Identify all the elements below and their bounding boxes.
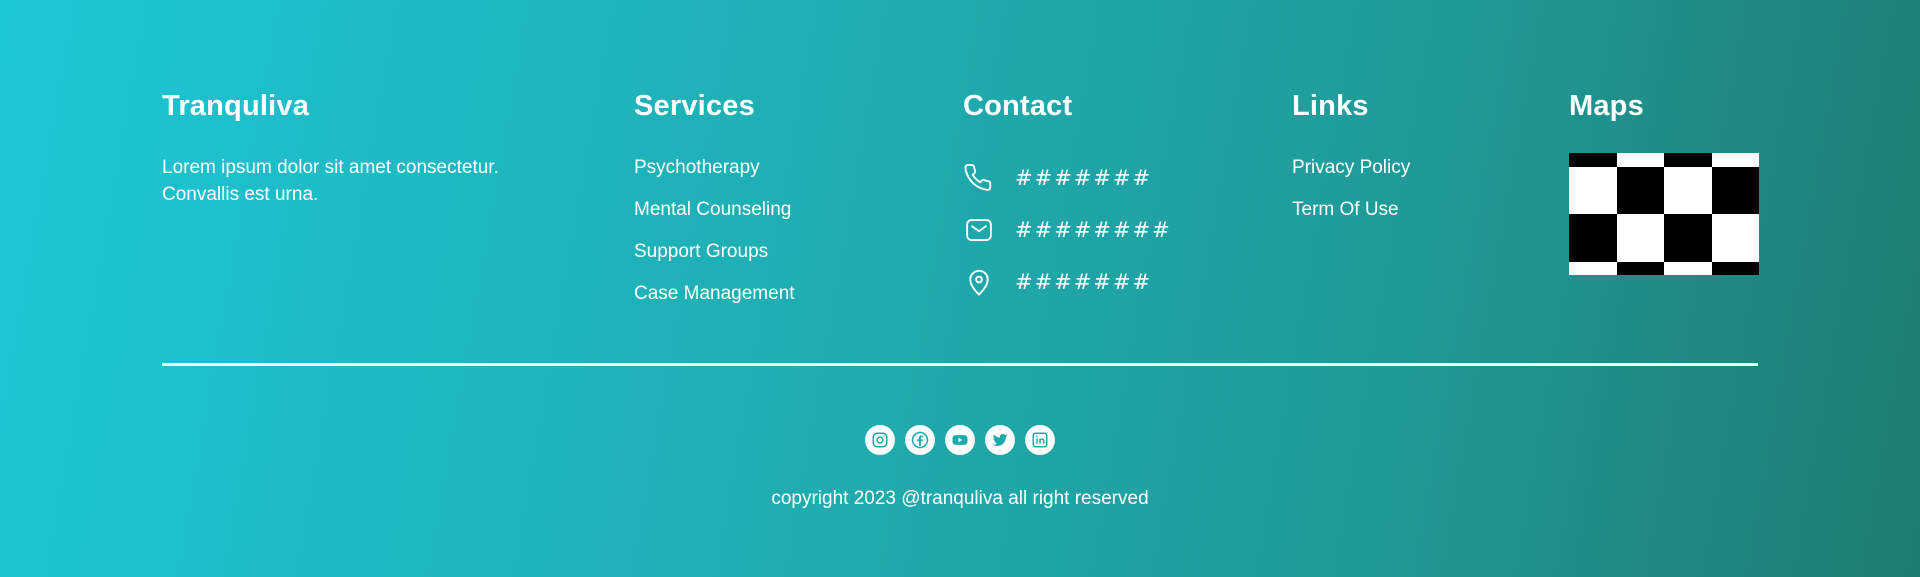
location-pin-icon	[963, 266, 995, 298]
map-embed[interactable]	[1569, 153, 1759, 275]
mail-icon	[963, 214, 995, 246]
facebook-icon[interactable]	[905, 425, 935, 455]
social-links	[0, 425, 1920, 455]
site-footer: Tranquliva Lorem ipsum dolor sit amet co…	[0, 0, 1920, 577]
service-link-psychotherapy[interactable]: Psychotherapy	[634, 154, 795, 196]
youtube-icon[interactable]	[945, 425, 975, 455]
services-title: Services	[634, 90, 755, 122]
brand-description: Lorem ipsum dolor sit amet consectetur. …	[162, 157, 499, 205]
phone-icon	[963, 162, 995, 194]
brand-column: Tranquliva Lorem ipsum dolor sit amet co…	[162, 84, 502, 205]
contact-column: Contact ####### ######## #######	[963, 84, 1170, 296]
instagram-icon[interactable]	[865, 425, 895, 455]
contact-title: Contact	[963, 90, 1073, 122]
links-column: Links Privacy Policy Term Of Use	[1292, 84, 1410, 220]
contact-phone-value: #######	[1015, 166, 1153, 190]
brand-name: Tranquliva	[162, 90, 310, 122]
maps-column: Maps	[1569, 84, 1759, 275]
maps-title: Maps	[1569, 90, 1644, 122]
service-link-support-groups[interactable]: Support Groups	[634, 238, 795, 280]
linkedin-icon[interactable]	[1025, 425, 1055, 455]
services-column: Services Psychotherapy Mental Counseling…	[634, 84, 795, 304]
service-link-mental-counseling[interactable]: Mental Counseling	[634, 196, 795, 238]
contact-address[interactable]: #######	[963, 256, 1172, 308]
service-link-case-management[interactable]: Case Management	[634, 280, 795, 322]
contact-email[interactable]: ########	[963, 204, 1172, 256]
contact-phone[interactable]: #######	[963, 152, 1172, 204]
footer-divider	[162, 363, 1758, 366]
twitter-icon[interactable]	[985, 425, 1015, 455]
links-title: Links	[1292, 90, 1369, 122]
contact-email-value: ########	[1015, 218, 1172, 242]
contact-address-value: #######	[1015, 270, 1153, 294]
copyright-text: copyright 2023 @tranquliva all right res…	[771, 488, 1149, 509]
link-term-of-use[interactable]: Term Of Use	[1292, 196, 1410, 238]
map-placeholder-pattern	[1569, 153, 1759, 275]
link-privacy-policy[interactable]: Privacy Policy	[1292, 154, 1410, 196]
